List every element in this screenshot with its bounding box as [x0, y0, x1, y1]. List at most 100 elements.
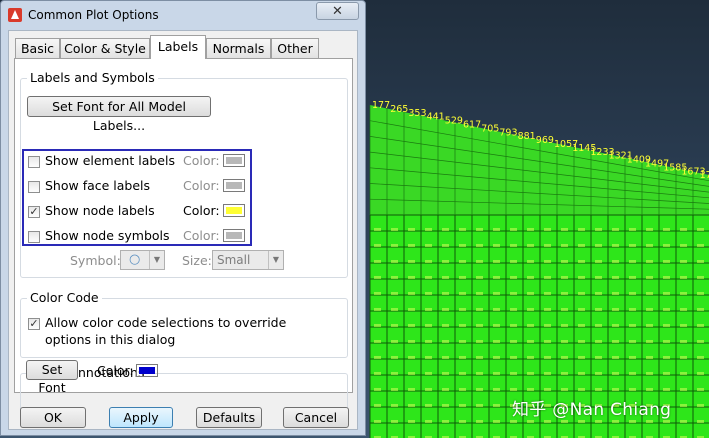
node-label-speck — [527, 260, 534, 263]
node-label-speck — [646, 420, 653, 423]
node-label-speck — [578, 308, 585, 311]
node-label-speck — [510, 308, 517, 311]
node-label-speck — [374, 228, 381, 231]
node-label-speck — [408, 356, 415, 359]
close-icon: ✕ — [332, 4, 343, 19]
node-label-speck — [578, 292, 585, 295]
node-label-speck — [510, 260, 517, 263]
ok-button[interactable]: OK — [20, 407, 86, 428]
node-label-speck — [408, 372, 415, 375]
tab-basic[interactable]: Basic — [15, 38, 60, 58]
node-label-speck — [476, 244, 483, 247]
node-label-speck — [595, 260, 602, 263]
set-font-all-labels-button[interactable]: Set Font for All Model Labels... — [27, 96, 211, 133]
probe-color-swatch[interactable] — [136, 364, 158, 377]
node-label-speck — [527, 356, 534, 359]
node-label-speck — [544, 260, 551, 263]
node-label-speck — [493, 372, 500, 375]
node-label-speck — [391, 308, 398, 311]
node-label-speck — [459, 276, 466, 279]
tab-labels[interactable]: Labels — [150, 35, 206, 59]
node-label-speck — [408, 228, 415, 231]
node-label-speck — [680, 420, 687, 423]
symbol-select[interactable]: ○ ▼ — [120, 250, 165, 270]
tab-label: Other — [277, 41, 313, 56]
node-label-speck — [391, 276, 398, 279]
node-label-speck — [629, 340, 636, 343]
title-bar[interactable]: Common Plot Options ✕ — [1, 1, 365, 29]
node-label-speck — [476, 228, 483, 231]
node-label-speck — [391, 244, 398, 247]
defaults-button[interactable]: Defaults — [196, 407, 262, 428]
node-label-speck — [442, 372, 449, 375]
node-label-speck — [442, 292, 449, 295]
node-label-speck — [527, 276, 534, 279]
node-label-speck — [493, 356, 500, 359]
node-label-speck — [697, 324, 704, 327]
node-label-speck — [663, 356, 670, 359]
node-label-speck — [408, 276, 415, 279]
size-select[interactable]: Small ▼ — [212, 250, 284, 270]
node-label: 705 — [481, 123, 499, 134]
node-label-speck — [374, 244, 381, 247]
node-label-speck — [442, 388, 449, 391]
node-label-speck — [578, 260, 585, 263]
symbol-circle-icon: ○ — [129, 252, 141, 267]
node-label-speck — [459, 372, 466, 375]
node-label-speck — [459, 228, 466, 231]
node-label-speck — [459, 420, 466, 423]
node-label-speck — [408, 244, 415, 247]
tab-other[interactable]: Other — [271, 38, 319, 58]
allow-color-code-label-line1: Allow color code selections to override — [45, 315, 287, 330]
node-label-speck — [595, 276, 602, 279]
node-label-speck — [510, 244, 517, 247]
group-title: Color Code — [27, 290, 102, 305]
node-label-speck — [493, 324, 500, 327]
apply-button[interactable]: Apply — [109, 407, 173, 428]
node-label-speck — [374, 260, 381, 263]
common-plot-options-dialog: Common Plot Options ✕ Basic Color & Styl… — [0, 0, 366, 436]
labels-tab-panel: Labels and Symbols Set Font for All Mode… — [14, 58, 353, 417]
abaqus-app-icon — [8, 8, 22, 22]
allow-color-code-checkbox[interactable]: ✓ — [28, 318, 40, 330]
node-label-speck — [527, 324, 534, 327]
tab-normals[interactable]: Normals — [206, 38, 271, 58]
node-label-speck — [510, 228, 517, 231]
node-label-speck — [595, 308, 602, 311]
node-label-speck — [425, 356, 432, 359]
probe-set-font-button[interactable]: Set Font — [26, 360, 78, 395]
node-label-speck — [476, 404, 483, 407]
node-label-speck — [663, 260, 670, 263]
close-button[interactable]: ✕ — [316, 2, 359, 20]
node-label-speck — [442, 404, 449, 407]
node-label-speck — [561, 372, 568, 375]
window-title: Common Plot Options — [28, 8, 159, 22]
node-label-speck — [663, 228, 670, 231]
node-label-speck — [374, 372, 381, 375]
node-label-speck — [510, 340, 517, 343]
node-label-speck — [476, 308, 483, 311]
node-label-speck — [612, 308, 619, 311]
node-label-speck — [629, 228, 636, 231]
tab-color-style[interactable]: Color & Style — [60, 38, 150, 58]
node-label-speck — [595, 420, 602, 423]
node-label-speck — [408, 308, 415, 311]
size-label: Size: — [182, 253, 212, 268]
cancel-button[interactable]: Cancel — [283, 407, 349, 428]
node-label-speck — [595, 244, 602, 247]
node-label-speck — [374, 388, 381, 391]
node-label-speck — [595, 292, 602, 295]
highlight-box — [22, 149, 252, 246]
node-label-speck — [425, 404, 432, 407]
node-label-speck — [629, 356, 636, 359]
node-label-speck — [510, 388, 517, 391]
node-label-speck — [459, 308, 466, 311]
tab-label: Basic — [20, 41, 55, 56]
node-label-speck — [561, 420, 568, 423]
node-label-speck — [595, 388, 602, 391]
node-label-speck — [680, 388, 687, 391]
node-label-speck — [646, 244, 653, 247]
group-title: Labels and Symbols — [27, 70, 158, 85]
node-label-speck — [612, 228, 619, 231]
node-label-speck — [425, 292, 432, 295]
